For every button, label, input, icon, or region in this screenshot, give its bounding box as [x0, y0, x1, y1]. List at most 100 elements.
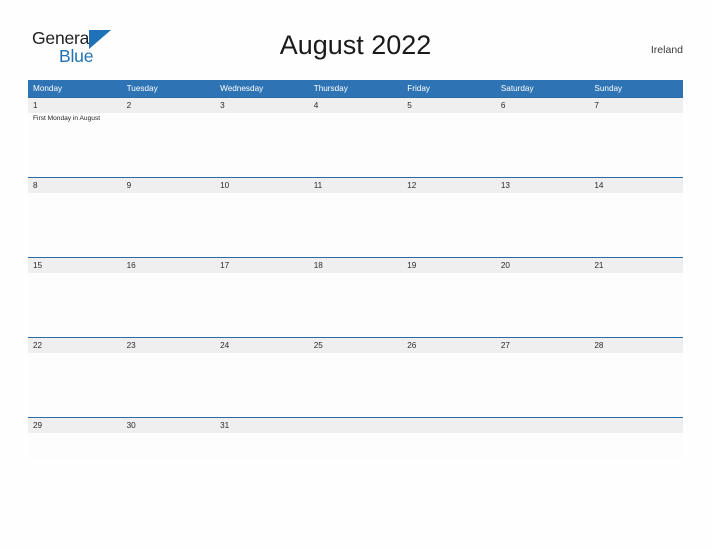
date-cell-22[interactable]: 22: [28, 338, 122, 353]
date-cell-1[interactable]: 1: [28, 98, 122, 113]
day-events-cell: [402, 353, 496, 417]
date-cell-31[interactable]: 31: [215, 418, 309, 433]
day-events-cell: [496, 113, 590, 177]
week-events-band: [28, 433, 683, 459]
date-cell-empty: [309, 418, 403, 433]
day-events-cell: [309, 113, 403, 177]
date-cell-15[interactable]: 15: [28, 258, 122, 273]
date-cell-12[interactable]: 12: [402, 178, 496, 193]
day-events-cell: [589, 433, 683, 459]
date-cell-3[interactable]: 3: [215, 98, 309, 113]
date-cell-29[interactable]: 29: [28, 418, 122, 433]
week-row: 1 2 3 4 5 6 7 First Monday in August: [28, 97, 683, 177]
day-events-cell: [309, 433, 403, 459]
date-cell-21[interactable]: 21: [589, 258, 683, 273]
day-events-cell: [402, 273, 496, 337]
date-cell-17[interactable]: 17: [215, 258, 309, 273]
day-events-cell: [309, 193, 403, 257]
day-events-cell: [28, 193, 122, 257]
day-events-cell: [402, 433, 496, 459]
date-cell-30[interactable]: 30: [122, 418, 216, 433]
day-events-cell: [589, 353, 683, 417]
weekday-header-thursday: Thursday: [313, 84, 348, 93]
date-cell-10[interactable]: 10: [215, 178, 309, 193]
date-cell-18[interactable]: 18: [309, 258, 403, 273]
week-row: 15 16 17 18 19 20 21: [28, 257, 683, 337]
date-cell-24[interactable]: 24: [215, 338, 309, 353]
day-events-cell: [215, 193, 309, 257]
day-events-cell: [309, 353, 403, 417]
day-events-cell: [28, 353, 122, 417]
day-events-cell: [215, 433, 309, 459]
date-cell-empty: [402, 418, 496, 433]
week-events-band: [28, 353, 683, 417]
day-events-cell: [28, 433, 122, 459]
date-cell-2[interactable]: 2: [122, 98, 216, 113]
day-events-cell: [589, 273, 683, 337]
date-cell-13[interactable]: 13: [496, 178, 590, 193]
date-cell-empty: [589, 418, 683, 433]
day-events-cell: [496, 353, 590, 417]
weekday-header-row: Monday Tuesday Wednesday Thursday Friday Satu…: [28, 80, 683, 97]
date-cell-27[interactable]: 27: [496, 338, 590, 353]
date-cell-6[interactable]: 6: [496, 98, 590, 113]
date-number-band: 29 30 31: [28, 418, 683, 433]
country-label: Ireland: [650, 44, 683, 56]
weekday-header-tuesday: Tuesday: [126, 84, 158, 93]
date-cell-23[interactable]: 23: [122, 338, 216, 353]
weekday-header-friday: Friday: [407, 84, 430, 93]
weekday-header-monday: Monday: [33, 84, 63, 93]
week-row: 29 30 31: [28, 417, 683, 459]
date-cell-4[interactable]: 4: [309, 98, 403, 113]
weekday-header-wednesday: Wednesday: [220, 84, 264, 93]
day-events-cell: [309, 273, 403, 337]
date-cell-7[interactable]: 7: [589, 98, 683, 113]
day-events-cell: [496, 273, 590, 337]
day-events-cell: [402, 113, 496, 177]
day-events-cell: [215, 353, 309, 417]
date-cell-8[interactable]: 8: [28, 178, 122, 193]
day-events-cell: [122, 113, 216, 177]
day-events-cell: [496, 433, 590, 459]
day-events-cell: [28, 273, 122, 337]
date-number-band: 22 23 24 25 26 27 28: [28, 338, 683, 353]
day-events-cell: [496, 193, 590, 257]
week-events-band: [28, 193, 683, 257]
day-events-cell: [122, 193, 216, 257]
weekday-header-sunday: Sunday: [594, 84, 623, 93]
day-events-cell: [402, 193, 496, 257]
date-cell-11[interactable]: 11: [309, 178, 403, 193]
day-events-cell: [589, 193, 683, 257]
day-events-cell: [122, 433, 216, 459]
date-cell-5[interactable]: 5: [402, 98, 496, 113]
week-rows-container: 1 2 3 4 5 6 7 First Monday in August 8 9 10 11 12 13 1…: [28, 97, 683, 459]
calendar-page: General Blue August 2022 Ireland Monday T…: [0, 0, 712, 550]
week-row: 8 9 10 11 12 13 14: [28, 177, 683, 257]
date-cell-25[interactable]: 25: [309, 338, 403, 353]
day-events-cell: [122, 353, 216, 417]
day-events-cell[interactable]: First Monday in August: [28, 113, 122, 177]
day-events-cell: [215, 113, 309, 177]
date-cell-14[interactable]: 14: [589, 178, 683, 193]
week-events-band: First Monday in August: [28, 113, 683, 177]
date-cell-16[interactable]: 16: [122, 258, 216, 273]
date-cell-empty: [496, 418, 590, 433]
week-events-band: [28, 273, 683, 337]
date-cell-19[interactable]: 19: [402, 258, 496, 273]
date-number-band: 15 16 17 18 19 20 21: [28, 258, 683, 273]
week-row: 22 23 24 25 26 27 28: [28, 337, 683, 417]
date-cell-20[interactable]: 20: [496, 258, 590, 273]
weekday-header-saturday: Saturday: [500, 84, 534, 93]
holiday-event-label: First Monday in August: [33, 115, 101, 122]
page-header: General Blue August 2022 Ireland: [28, 26, 683, 78]
date-number-band: 8 9 10 11 12 13 14: [28, 178, 683, 193]
date-cell-28[interactable]: 28: [589, 338, 683, 353]
day-events-cell: [589, 113, 683, 177]
date-cell-26[interactable]: 26: [402, 338, 496, 353]
calendar-grid: Monday Tuesday Wednesday Thursday Friday Satu…: [28, 80, 683, 459]
day-events-cell: [122, 273, 216, 337]
date-number-band: 1234567: [28, 98, 683, 113]
day-events-cell: [215, 273, 309, 337]
date-cell-9[interactable]: 9: [122, 178, 216, 193]
page-title: August 2022: [279, 30, 432, 60]
